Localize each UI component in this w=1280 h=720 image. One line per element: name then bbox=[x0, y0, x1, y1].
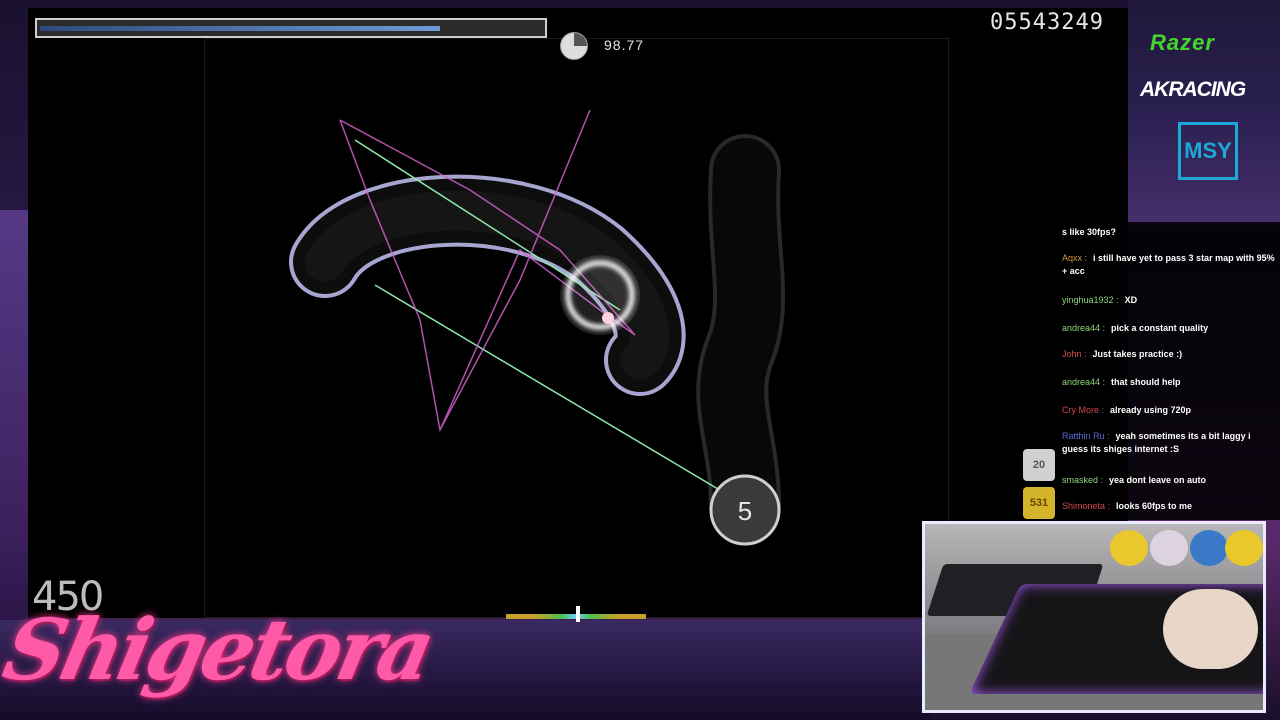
hand bbox=[1163, 589, 1258, 669]
accuracy-display: 98.77 bbox=[604, 37, 645, 53]
chat-username[interactable]: Aqxx : bbox=[1062, 253, 1087, 263]
chat-username[interactable]: Ratthin Ru : bbox=[1062, 431, 1110, 441]
plush-toy bbox=[1110, 530, 1148, 566]
slider-ball bbox=[560, 255, 640, 335]
chat-text: yea dont leave on auto bbox=[1109, 475, 1207, 485]
chat-text: pick a constant quality bbox=[1111, 323, 1209, 333]
viewer-badge-531: 531 bbox=[1023, 487, 1055, 519]
channel-name-logo: Shigetora bbox=[0, 600, 440, 699]
chat-message: smasked : yea dont leave on auto bbox=[1062, 474, 1276, 487]
chat-message: andrea44 : that should help bbox=[1062, 376, 1276, 389]
akracing-logo: AKRACING bbox=[1140, 78, 1246, 101]
chat-message: andrea44 : pick a constant quality bbox=[1062, 322, 1276, 335]
chat-username[interactable]: andrea44 : bbox=[1062, 377, 1105, 387]
chat-text: already using 720p bbox=[1110, 405, 1192, 415]
plush-toy bbox=[1225, 530, 1263, 566]
health-bar-fill bbox=[40, 26, 440, 31]
chat-username[interactable]: John : bbox=[1062, 349, 1087, 359]
chat-text: i still have yet to pass 3 star map with… bbox=[1062, 253, 1275, 276]
chat-username[interactable]: Shimoneta : bbox=[1062, 501, 1110, 511]
chat-text: looks 60fps to me bbox=[1116, 501, 1193, 511]
chat-text: that should help bbox=[1111, 377, 1181, 387]
chat-message: s like 30fps? bbox=[1062, 226, 1276, 239]
plush-toy bbox=[1150, 530, 1188, 566]
chat-text: Just takes practice :) bbox=[1092, 349, 1183, 359]
chat-message: John : Just takes practice :) bbox=[1062, 348, 1276, 361]
cursor bbox=[602, 312, 614, 324]
song-progress-pie-icon bbox=[560, 32, 588, 60]
chat-text: XD bbox=[1124, 295, 1138, 305]
chat-username[interactable]: yinghua1932 : bbox=[1062, 295, 1119, 305]
hit-circle-number: 5 bbox=[737, 496, 753, 526]
viewer-badge-20: 20 bbox=[1023, 449, 1055, 481]
razer-logo: Razer bbox=[1150, 30, 1215, 55]
chat-panel: s like 30fps? Aqxx :i still have yet to p… bbox=[1058, 222, 1280, 520]
chat-username[interactable]: Cry More : bbox=[1062, 405, 1104, 415]
score-display: 05543249 bbox=[990, 10, 1104, 35]
hit-error-tick bbox=[576, 606, 580, 622]
chat-message: Ratthin Ru : yeah sometimes its a bit lag… bbox=[1062, 430, 1276, 456]
health-bar bbox=[35, 18, 547, 38]
chat-message: Aqxx :i still have yet to pass 3 star ma… bbox=[1062, 252, 1276, 278]
webcam-feed bbox=[922, 521, 1266, 713]
msy-logo: MSY bbox=[1178, 122, 1238, 180]
chat-username[interactable]: andrea44 : bbox=[1062, 323, 1105, 333]
chat-message: Shimoneta : looks 60fps to me bbox=[1062, 500, 1276, 513]
chat-message: yinghua1932 : XD bbox=[1062, 294, 1276, 307]
plush-toy bbox=[1190, 530, 1228, 566]
chat-message: Cry More : already using 720p bbox=[1062, 404, 1276, 417]
chat-text: s like 30fps? bbox=[1062, 227, 1117, 237]
chat-username[interactable]: smasked : bbox=[1062, 475, 1103, 485]
